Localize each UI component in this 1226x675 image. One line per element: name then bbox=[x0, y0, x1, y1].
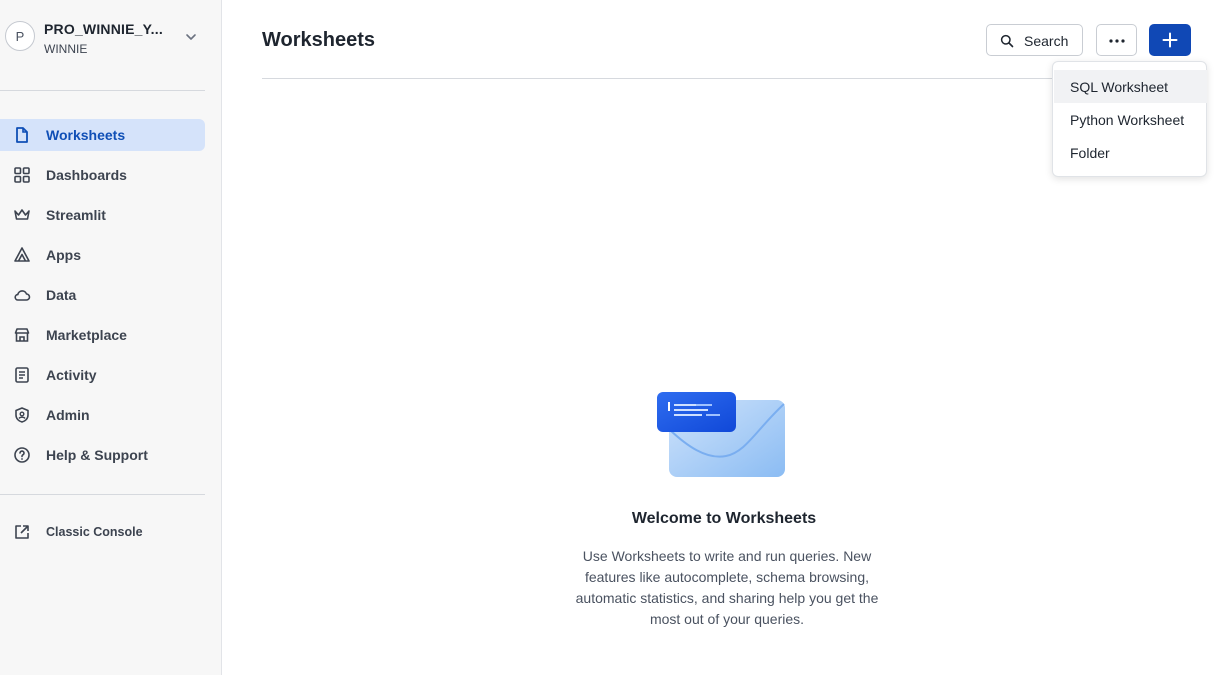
classic-console-label: Classic Console bbox=[46, 525, 143, 539]
sidebar-item-help[interactable]: Help & Support bbox=[0, 439, 205, 471]
sidebar-divider bbox=[0, 494, 205, 495]
sidebar: P PRO_WINNIE_Y... WINNIE Worksheets Dash… bbox=[0, 0, 222, 675]
sidebar-item-label: Apps bbox=[46, 247, 81, 263]
page-title: Worksheets bbox=[262, 29, 376, 51]
sidebar-item-label: Data bbox=[46, 287, 77, 303]
menu-item-label: Folder bbox=[1070, 145, 1110, 161]
menu-item-python-worksheet[interactable]: Python Worksheet bbox=[1054, 103, 1207, 136]
sidebar-item-label: Marketplace bbox=[46, 327, 127, 343]
menu-item-folder[interactable]: Folder bbox=[1054, 136, 1207, 169]
header-divider bbox=[262, 78, 1092, 79]
external-link-icon bbox=[15, 525, 29, 539]
menu-item-sql-worksheet[interactable]: SQL Worksheet bbox=[1054, 70, 1207, 103]
sidebar-item-worksheets[interactable]: Worksheets bbox=[0, 119, 205, 151]
chevron-down-icon bbox=[186, 34, 196, 40]
sidebar-item-label: Activity bbox=[46, 367, 97, 383]
more-options-button[interactable] bbox=[1096, 24, 1137, 56]
help-icon bbox=[14, 447, 30, 463]
sidebar-item-data[interactable]: Data bbox=[0, 279, 205, 311]
cloud-icon bbox=[14, 290, 31, 301]
grid-icon bbox=[14, 167, 30, 183]
shield-icon bbox=[15, 407, 29, 423]
create-menu: SQL Worksheet Python Worksheet Folder bbox=[1052, 61, 1207, 177]
sidebar-item-label: Help & Support bbox=[46, 447, 148, 463]
sidebar-item-label: Dashboards bbox=[46, 167, 127, 183]
sidebar-item-label: Admin bbox=[46, 407, 90, 423]
empty-state-description: Use Worksheets to write and run queries.… bbox=[575, 548, 879, 627]
file-icon bbox=[16, 127, 28, 143]
store-icon bbox=[14, 328, 30, 342]
sidebar-item-activity[interactable]: Activity bbox=[0, 359, 205, 391]
search-button-label: Search bbox=[1024, 33, 1069, 49]
sidebar-item-admin[interactable]: Admin bbox=[0, 399, 205, 431]
ellipsis-icon bbox=[1109, 39, 1125, 43]
account-switcher[interactable]: P PRO_WINNIE_Y... WINNIE bbox=[0, 0, 222, 76]
account-user: WINNIE bbox=[44, 42, 88, 56]
sidebar-item-label: Worksheets bbox=[46, 127, 126, 143]
sidebar-item-apps[interactable]: Apps bbox=[0, 239, 205, 271]
crown-icon bbox=[14, 209, 30, 220]
create-button[interactable] bbox=[1149, 24, 1191, 56]
menu-item-label: Python Worksheet bbox=[1070, 112, 1185, 128]
avatar: P bbox=[5, 21, 35, 51]
sidebar-item-dashboards[interactable]: Dashboards bbox=[0, 159, 205, 191]
sidebar-item-streamlit[interactable]: Streamlit bbox=[0, 199, 205, 231]
sidebar-divider bbox=[0, 90, 205, 91]
worksheet-illustration bbox=[657, 392, 785, 477]
account-name: PRO_WINNIE_Y... bbox=[44, 21, 163, 37]
sidebar-item-label: Streamlit bbox=[46, 207, 106, 223]
search-icon bbox=[1000, 34, 1014, 48]
sidebar-item-marketplace[interactable]: Marketplace bbox=[0, 319, 205, 351]
menu-item-label: SQL Worksheet bbox=[1070, 79, 1169, 95]
empty-state-title: Welcome to Worksheets bbox=[631, 510, 817, 527]
classic-console-link[interactable]: Classic Console bbox=[0, 516, 205, 548]
plus-icon bbox=[1162, 32, 1178, 48]
apps-icon bbox=[14, 247, 30, 262]
activity-icon bbox=[15, 367, 29, 383]
search-button[interactable]: Search bbox=[986, 24, 1083, 56]
